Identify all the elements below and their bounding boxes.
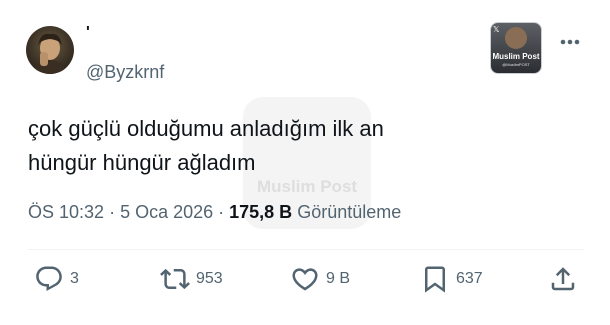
repost-count: 953 [196,270,223,287]
meta-separator: · [104,202,121,222]
background-watermark-text: Muslim Post [256,177,358,196]
views-label: Görüntüleme [292,202,402,222]
watermark-face [505,27,527,49]
repost-icon [160,268,190,290]
bookmark-icon [425,266,445,293]
tweet-text: çok güçlü olduğumu anladığım ilk an hüng… [28,112,508,180]
heart-icon [292,268,318,291]
reply-button[interactable]: 3 [34,261,79,297]
tweet-text-line: çok güçlü olduğumu anladığım ilk an [28,116,384,141]
avatar-image [34,33,66,74]
action-bar: 3 953 9 B 637 [0,261,610,297]
tweet-date[interactable]: 5 Oca 2026 [120,202,213,222]
watermark-logo-title: Muslim Post [492,52,540,61]
reply-icon [36,266,62,292]
bookmark-count: 637 [456,270,483,287]
watermark-logo: 𝕏 Muslim Post @MuslimPOST [490,22,542,74]
reply-count: 3 [70,270,79,287]
bookmark-button[interactable]: 637 [420,261,483,297]
tweet-text-line: hüngür hüngür ağladım [28,150,256,175]
more-horizontal-icon [560,39,580,45]
user-handle[interactable]: @Byzkrnf [86,62,164,83]
tweet-time[interactable]: ÖS 10:32 [28,202,104,222]
repost-button[interactable]: 953 [160,261,223,297]
like-count: 9 B [326,270,351,287]
display-name[interactable]: ' [86,24,90,42]
meta-separator: · [213,202,230,222]
views-count[interactable]: 175,8 B [229,202,292,222]
avatar[interactable] [26,26,74,74]
watermark-logo-handle: @MuslimPOST [502,62,530,67]
tweet-meta: ÖS 10:32 · 5 Oca 2026 · 175,8 B Görüntül… [28,202,401,223]
divider [28,249,584,250]
x-logo-icon: 𝕏 [493,25,500,34]
more-options-button[interactable] [558,30,582,54]
tweet-card: ' @Byzkrnf 𝕏 Muslim Post @MuslimPOST Mus… [0,0,610,325]
like-button[interactable]: 9 B [290,261,350,297]
share-icon [551,267,575,291]
share-button[interactable] [548,261,578,297]
